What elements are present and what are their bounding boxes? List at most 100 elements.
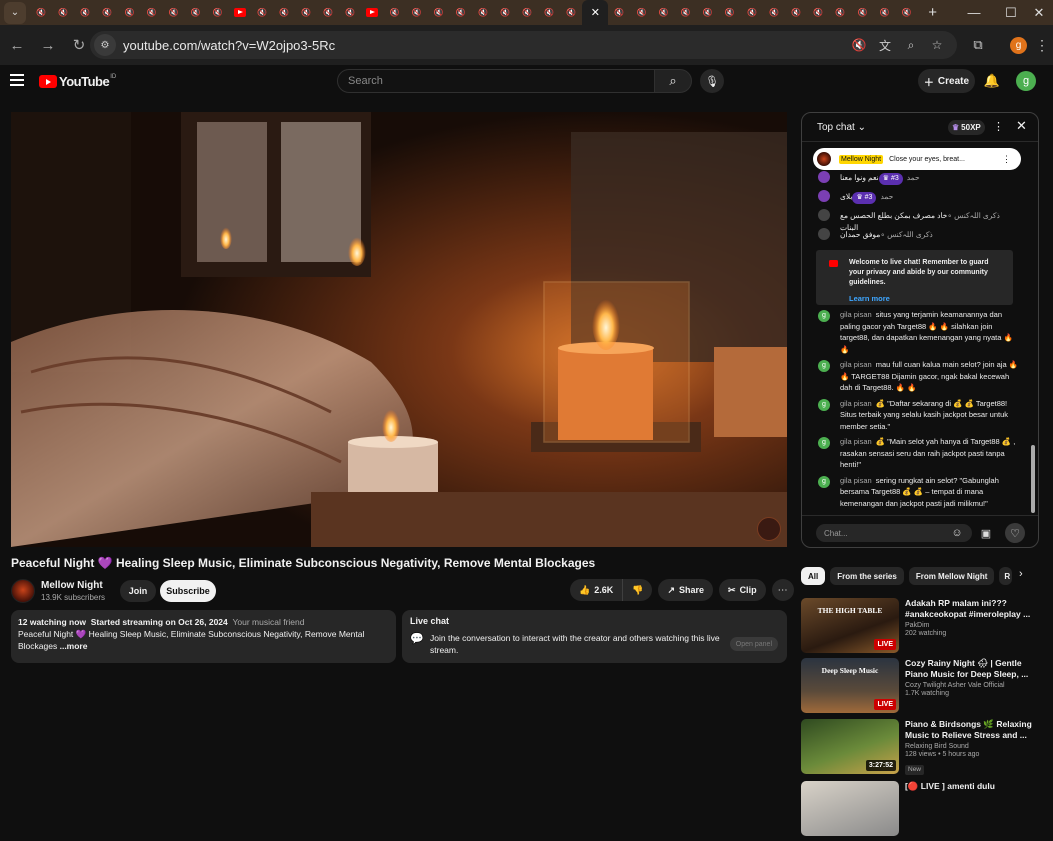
chrome-menu-icon[interactable]: ⋮	[1035, 33, 1049, 57]
clip-button[interactable]: ✂ Clip	[719, 579, 766, 601]
video-thumbnail[interactable]	[801, 781, 899, 836]
extensions-icon[interactable]: ⧉	[967, 31, 989, 59]
recommendation-title[interactable]: Cozy Rainy Night 🌧 | Gentle Piano Music …	[905, 658, 1037, 680]
muted-tab[interactable]: 🔇	[494, 0, 516, 25]
youtube-tab[interactable]	[229, 0, 251, 25]
chat-message[interactable]: ذکری اللہ‌کنس ∘موفق حمدان	[802, 227, 1030, 246]
recommendation-title[interactable]: [🔴 LIVE ] amenti dulu	[905, 781, 1037, 792]
account-avatar[interactable]: g	[1016, 71, 1036, 91]
video-thumbnail[interactable]: THE HIGH TABLE LIVE	[801, 598, 899, 653]
recommendation-title[interactable]: Adakah RP malam ini??? #anakceokopat #im…	[905, 598, 1037, 620]
subscribe-button[interactable]: Subscribe	[160, 580, 217, 602]
share-button[interactable]: ↗ Share	[658, 579, 714, 601]
filter-chip[interactable]: R	[999, 567, 1013, 585]
muted-tab[interactable]: 🔇	[295, 0, 317, 25]
muted-tab[interactable]: 🔇	[630, 0, 652, 25]
muted-tab[interactable]: 🔇	[273, 0, 295, 25]
search-icon[interactable]: ⌕	[654, 69, 692, 93]
new-tab-button[interactable]: +	[922, 2, 944, 24]
chat-message[interactable]: g gila pisan mau full cuan kalua main selo…	[802, 359, 1030, 394]
translate-icon[interactable]: 文	[877, 35, 893, 55]
muted-tab[interactable]: 🔇	[185, 0, 207, 25]
muted-tab[interactable]: 🔇	[516, 0, 538, 25]
muted-tab[interactable]: 🔇	[763, 0, 785, 25]
recommendation-item[interactable]: Deep Sleep Music LIVE Cozy Rainy Night 🌧 |…	[801, 658, 1041, 718]
search-input[interactable]: Search	[337, 69, 655, 93]
muted-tab[interactable]: 🔇	[140, 0, 162, 25]
muted-tab[interactable]: 🔇	[807, 0, 829, 25]
xp-badge[interactable]: ♛ 50XP	[948, 120, 985, 135]
active-tab[interactable]: ✕	[582, 0, 609, 25]
close-chat-icon[interactable]: ✕	[1016, 118, 1027, 134]
recommendation-channel[interactable]: Cozy Twilight Asher Vale Official	[905, 682, 1037, 689]
filter-chip[interactable]: All	[801, 567, 826, 585]
zoom-icon[interactable]: ⌕	[903, 35, 919, 55]
muted-tab[interactable]: 🔇	[118, 0, 140, 25]
chat-mode-dropdown[interactable]: Top chat ⌄	[817, 122, 866, 133]
back-button[interactable]: ←	[3, 31, 31, 59]
video-thumbnail[interactable]: 3:27:52	[801, 719, 899, 774]
filter-chip[interactable]: From Mellow Night	[908, 567, 995, 585]
like-button[interactable]: 👍 2.6K	[570, 579, 624, 601]
muted-tab[interactable]: 🔇	[406, 0, 428, 25]
notifications-bell-icon[interactable]: 🔔	[982, 71, 1002, 91]
description-box[interactable]: 12 watching now Started streaming on Oct…	[11, 610, 396, 663]
recommendation-channel[interactable]: PakDim	[905, 622, 1037, 629]
close-window-button[interactable]: ✕	[1018, 0, 1053, 25]
muted-tab[interactable]: 🔇	[719, 0, 741, 25]
more-actions-icon[interactable]: ⋯	[771, 579, 794, 601]
muted-tab[interactable]: 🔇	[697, 0, 719, 25]
channel-name[interactable]: Mellow Night	[41, 580, 105, 591]
chat-message[interactable]: g gila pisan situs yang terjamin keamanann…	[802, 309, 1030, 355]
chevron-right-icon[interactable]: ›	[1019, 568, 1023, 580]
muted-tab[interactable]: 🔇	[30, 0, 52, 25]
learn-more-link[interactable]: Learn more	[849, 294, 1005, 303]
site-info-icon[interactable]: ⚙	[94, 34, 116, 56]
tab-search-button[interactable]: ⌄	[4, 1, 26, 24]
heart-icon[interactable]: ♡	[1005, 523, 1025, 543]
recommendation-title[interactable]: Piano & Birdsongs 🌿 Relaxing Music to Re…	[905, 719, 1037, 741]
recommendation-item[interactable]: THE HIGH TABLE LIVE Adakah RP malam ini???…	[801, 598, 1041, 658]
youtube-tab[interactable]	[361, 0, 383, 25]
muted-tab[interactable]: 🔇	[741, 0, 763, 25]
muted-tab[interactable]: 🔇	[675, 0, 697, 25]
channel-watermark[interactable]	[757, 517, 781, 541]
tab-muted-icon[interactable]: 🔇	[851, 35, 867, 55]
bookmark-star-icon[interactable]: ☆	[929, 35, 945, 55]
muted-tab[interactable]: 🔇	[52, 0, 74, 25]
recommendation-item[interactable]: 3:27:52 Piano & Birdsongs 🌿 Relaxing Musi…	[801, 719, 1041, 779]
chat-message[interactable]: g gila pisan 💰 "Main selot yah hanya di Ta…	[802, 436, 1030, 471]
muted-tab[interactable]: 🔇	[96, 0, 118, 25]
muted-tab[interactable]: 🔇	[829, 0, 851, 25]
chat-message[interactable]: حمد♛ #3نعم ونوا معنا	[802, 170, 1030, 189]
muted-tab[interactable]: 🔇	[608, 0, 630, 25]
chat-scrollbar[interactable]	[1031, 156, 1035, 514]
muted-tab[interactable]: 🔇	[560, 0, 582, 25]
join-button[interactable]: Join	[120, 580, 157, 602]
chat-message[interactable]: حمد♛ #3بلای	[802, 189, 1030, 208]
muted-tab[interactable]: 🔇	[450, 0, 472, 25]
reload-button[interactable]: ↻	[65, 31, 93, 59]
youtube-logo[interactable]: YouTube ID	[39, 74, 116, 89]
muted-tab[interactable]: 🔇	[538, 0, 560, 25]
muted-tab[interactable]: 🔇	[251, 0, 273, 25]
dislike-button[interactable]: 👎	[623, 579, 653, 601]
chrome-profile-avatar[interactable]: g	[1010, 37, 1027, 54]
muted-tab[interactable]: 🔇	[384, 0, 406, 25]
muted-tab[interactable]: 🔇	[317, 0, 339, 25]
forward-button[interactable]: →	[34, 31, 62, 59]
minimize-button[interactable]: —	[953, 0, 995, 25]
muted-tab[interactable]: 🔇	[785, 0, 807, 25]
muted-tab[interactable]: 🔇	[851, 0, 873, 25]
muted-tab[interactable]: 🔇	[339, 0, 361, 25]
video-player[interactable]	[11, 112, 787, 547]
muted-tab[interactable]: 🔇	[428, 0, 450, 25]
more-link[interactable]: ...more	[60, 641, 88, 651]
muted-tab[interactable]: 🔇	[896, 0, 918, 25]
scroll-thumb[interactable]	[1031, 445, 1035, 513]
muted-tab[interactable]: 🔇	[873, 0, 895, 25]
emoji-icon[interactable]: ☺	[948, 524, 966, 542]
chat-menu-icon[interactable]: ⋮	[993, 120, 1004, 133]
muted-tab[interactable]: 🔇	[74, 0, 96, 25]
muted-tab[interactable]: 🔇	[653, 0, 675, 25]
